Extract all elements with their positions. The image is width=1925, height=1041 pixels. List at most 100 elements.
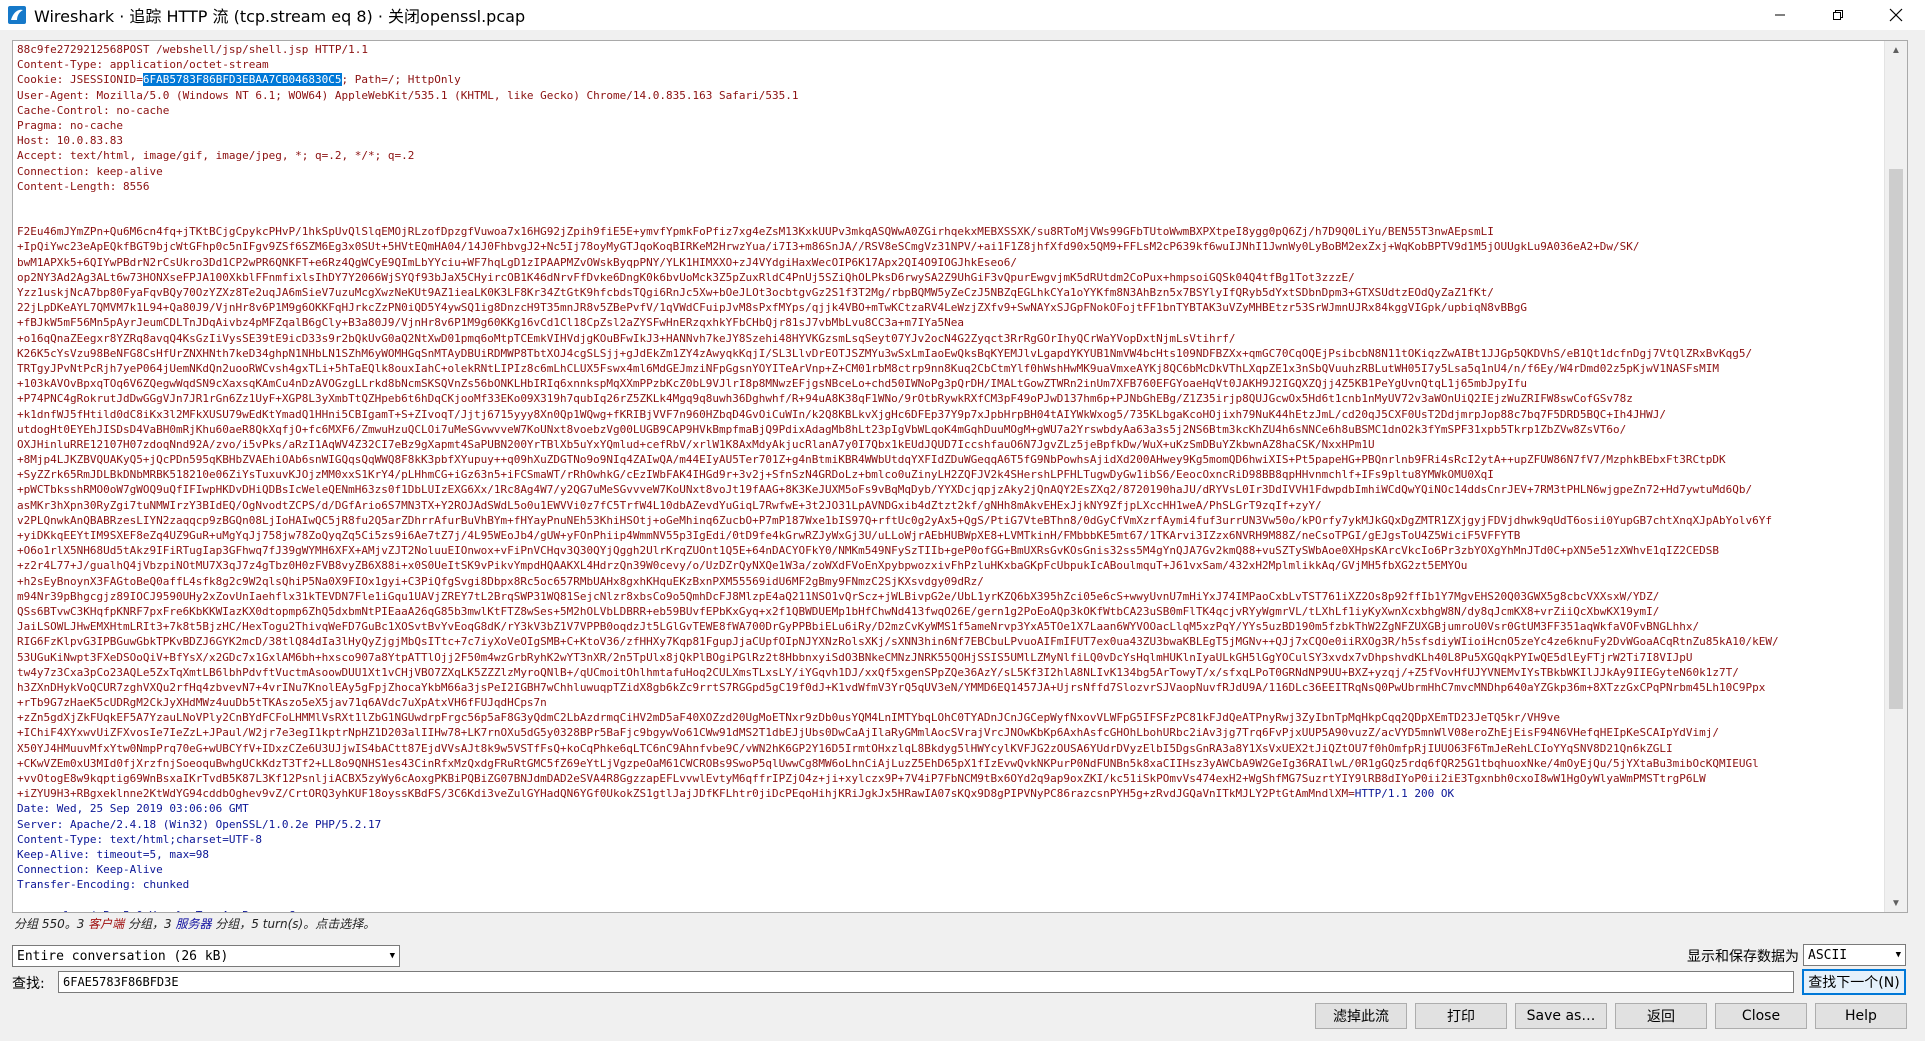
- stream-line: 88c9fe2729212568POST /webshell/jsp/shell…: [17, 43, 368, 56]
- stream-line: +z2r4L77+J/gualhQ4jVbzpiNOtMU7X3qJ7z4gTb…: [17, 559, 1468, 573]
- filter-out-button[interactable]: 滤掉此流: [1315, 1003, 1407, 1029]
- stream-line: +pWCTbksshRMO0oW7gWOQ9uQfIFIwpHKDvDHiQDB…: [17, 483, 1753, 497]
- stream-line: +IpQiYwc23eApEQkfBGT9bjcWtGFhp0c5nIFgv9Z…: [17, 240, 1640, 254]
- stream-line: JaiLSOWLJHwEMXHtmLRIt3+7k8t5BjzHC/HexTog…: [17, 620, 1700, 634]
- stream-line: +fBJkW5mF56Mn5pAyrJeumCDLTnJDqAivbz4pMFZ…: [17, 316, 965, 330]
- wireshark-fin-icon: [8, 6, 26, 24]
- stream-line: +rTb9G7zHaeK5cUDRgM2CkJyXHdMWz4uuDb5tTKA…: [17, 696, 547, 710]
- stream-line: +yiDKkqEEYtIM9SXEF8eZq4UZ9GuR+uMgYqJj758…: [17, 529, 1521, 542]
- stream-line: asMKr3hXpn30RyZgi7tuNMWIrzY3BIdEQ/OgNvod…: [17, 498, 1322, 512]
- chevron-down-icon: ▼: [1895, 950, 1901, 960]
- stream-line: ......+l.v.(.B..5.0.Y...}>+T..gA.uB.....…: [17, 908, 1883, 912]
- minimize-icon: [1775, 14, 1785, 16]
- stream-line: [17, 194, 1883, 209]
- close-icon: [1889, 8, 1903, 22]
- stream-line: +103kAVOvBpxqTOq6V6ZQegwWqdSN9cXaxsqKAmC…: [17, 377, 1527, 391]
- stream-line: 53UGuKiNwpt3FXeDSOoQiV+BfYsX/x2GDc7x1Gxl…: [17, 650, 1693, 664]
- stream-content-pane[interactable]: 88c9fe2729212568POST /webshell/jsp/shell…: [12, 40, 1908, 913]
- stream-line: Server: Apache/2.4.18 (Win32) OpenSSL/1.…: [17, 817, 382, 831]
- conversation-select-value: Entire conversation (26 kB): [17, 948, 229, 964]
- stream-line: Transfer-Encoding: chunked: [17, 878, 190, 892]
- status-mid: 分组，3: [124, 917, 176, 931]
- stream-line: Keep-Alive: timeout=5, max=98: [17, 847, 210, 861]
- stream-line: RIG6FzKlpvG3IPBGuwGbkTPKvBDZJ6GYK2mcD/38…: [17, 635, 1779, 649]
- stream-line: Cache-Control: no-cache: [17, 103, 170, 117]
- stream-line: +CKwVZEm0xU3MId0fjXrzfnjSoeoquBwhgUCkKdz…: [17, 756, 1759, 770]
- save-as-button[interactable]: Save as…: [1515, 1003, 1607, 1029]
- stream-line: +O6o1rlX5NH68Ud5tAkz9IFiRTugIap3GFhwq7fJ…: [17, 544, 1719, 558]
- stream-line: +o16qQnaZEegxr8YZRq8avqQ4KsGzIiVysSE39tE…: [17, 331, 1236, 345]
- stream-line: +k1dnfWJ5fHtild0dC8iKx3l2MFkXUSU79wEdKtY…: [17, 407, 1667, 421]
- stream-line: Pragma: no-cache: [17, 118, 123, 132]
- status-suffix: 分组，5 turn(s)。点击选择。: [211, 917, 376, 931]
- stream-line-text: Cookie: JSESSIONID=: [17, 73, 143, 87]
- stream-line: +P74PNC4gRokrutJdDwGGgVJn7JR1rGn6Zz1UyF+…: [17, 392, 1633, 406]
- window-controls: [1751, 0, 1925, 30]
- stream-line: Content-Length: 8556: [17, 179, 150, 193]
- stream-text[interactable]: 88c9fe2729212568POST /webshell/jsp/shell…: [17, 42, 1883, 912]
- close-window-button[interactable]: [1867, 0, 1925, 30]
- status-prefix: 分组 550。3: [14, 917, 89, 931]
- stream-line: Yzz1uskjNcA7bp80FyaFqvBQy70OzYZXz8Te2uqJ…: [17, 286, 1494, 299]
- stream-line: +vvOtogE8w9kqptig69WnBsxaIKrTvdB5K87L3Kf…: [17, 772, 1706, 785]
- encoding-select-value: ASCII: [1808, 947, 1848, 963]
- stream-line: +h2sEyBnoynX3FAGtoBeQ0affL4sfk8g2c9W2qls…: [17, 574, 984, 588]
- stream-status: 分组 550。3 客户端 分组，3 服务器 分组，5 turn(s)。点击选择。: [14, 915, 375, 932]
- stream-line: Connection: keep-alive: [17, 164, 163, 178]
- server-link[interactable]: 服务器: [175, 917, 211, 931]
- stream-line-text: ; Path=/; HttpOnly: [341, 73, 461, 87]
- scroll-down-icon[interactable]: ▼: [1885, 894, 1907, 912]
- save-as-label: 显示和保存数据为: [1687, 949, 1799, 965]
- search-highlight: 6FAB5783F86BFD3EBAA7CB046830C5: [142, 73, 342, 87]
- stream-line: X50YJ4HMuuvMfxYtw0NmpPrq70eG+wUBCYfV+IDx…: [17, 741, 1673, 755]
- stream-line: Content-Type: text/html;charset=UTF-8: [17, 832, 263, 846]
- stream-line: h3ZXnDHykVoQCUR7zghVXQu2rfHq4zbvevN7+4vr…: [17, 680, 1766, 694]
- stream-line-text: HTTP/1.1 200 OK: [1354, 787, 1455, 801]
- find-input[interactable]: 6FAE5783F86BFD3E: [58, 971, 1794, 993]
- stream-line: User-Agent: Mozilla/5.0 (Windows NT 6.1;…: [17, 88, 799, 102]
- conversation-select[interactable]: Entire conversation (26 kB) ▼: [12, 945, 400, 967]
- scrollbar-thumb[interactable]: [1889, 169, 1903, 709]
- stream-line: K26K5cYsVzu98BeNFG8CsHfUrZNXHNth7keD34gh…: [17, 346, 1753, 360]
- close-button[interactable]: Close: [1715, 1003, 1807, 1029]
- window-title: Wireshark · 追踪 HTTP 流 (tcp.stream eq 8) …: [34, 7, 526, 26]
- stream-line: op2NY3Ad2Ag3ALt6w73HONXseFPJA100XkblFFnm…: [17, 270, 1355, 284]
- scroll-up-icon[interactable]: ▲: [1885, 41, 1907, 59]
- find-label: 查找:: [12, 976, 45, 992]
- stream-line: [17, 209, 1883, 224]
- stream-line: v2PLQnwkAnQBABRzesLIYN2zaqqcp9zBGQn08LjI…: [17, 513, 1772, 527]
- stream-line: +8Mjp4LJKZBVQUAKyQ5+jQcPDn595qKBHbZVAEhi…: [17, 453, 1726, 467]
- stream-line: m94Nr39pBhgcgjz89IOCJ9590UHy2xZovUnIaehf…: [17, 589, 1660, 603]
- find-input-value: 6FAE5783F86BFD3E: [63, 975, 179, 989]
- stream-line-text: +iZYU9H3+RBgxeklnne2KtWdYG94cddbOghev9vZ…: [17, 787, 1355, 801]
- help-button[interactable]: Help: [1815, 1003, 1907, 1029]
- stream-line: Cookie: JSESSIONID=6FAB5783F86BFD3EBAA7C…: [17, 72, 1883, 87]
- stream-line: F2Eu46mJYmZPn+Qu6M6cn4fq+jTKtBCjgCpykcPH…: [17, 225, 1494, 239]
- stream-line: [17, 893, 1883, 908]
- stream-line: TRTgyJPvNtPcRjh7yeP064jUemNKdQn2uooRWCvs…: [17, 361, 1719, 375]
- vertical-scrollbar[interactable]: ▲ ▼: [1884, 41, 1907, 912]
- stream-line: +SyZZrk65RmJDLBkDNbMRBK518210e06ZiYsTuxu…: [17, 468, 1494, 482]
- minimize-button[interactable]: [1751, 0, 1809, 30]
- encoding-select[interactable]: ASCII ▼: [1803, 944, 1906, 966]
- restore-icon: [1833, 10, 1843, 20]
- restore-button[interactable]: [1809, 0, 1867, 30]
- stream-line: bwM1APXk5+6QIYwPBdrN2rCsUkro3Dd1CP2wPR6Q…: [17, 255, 1018, 269]
- stream-line: OXJHinluRRE12107H07zdoqNnd92A/zvo/i5vPks…: [17, 437, 1375, 451]
- stream-line: tw4y7z3Cxa3pCo23AQLe5ZxTqXmtLB6lbhPdvftV…: [17, 665, 1739, 679]
- stream-line: 22jLpDKeAYL7QMVM7k1L94+Qa80J9/VjnHr8v6P1…: [17, 301, 1527, 315]
- back-button[interactable]: 返回: [1615, 1003, 1707, 1029]
- stream-line: +zZn5gdXjZkFUqkEF5A7YzauLNoVPly2CnBYdFCF…: [17, 711, 1561, 725]
- stream-line: Accept: text/html, image/gif, image/jpeg…: [17, 149, 415, 163]
- stream-line: Connection: Keep-Alive: [17, 863, 163, 877]
- find-next-button[interactable]: 查找下一个(N): [1802, 969, 1906, 995]
- stream-line: Date: Wed, 25 Sep 2019 03:06:06 GMT: [17, 802, 249, 816]
- stream-line: Host: 10.0.83.83: [17, 134, 123, 148]
- stream-line: Content-Type: application/octet-stream: [17, 58, 269, 72]
- client-link[interactable]: 客户端: [88, 917, 124, 931]
- stream-line: utdogHt0EYEhJISDsD4VaBH0mRjKhu60aeR8QkXq…: [17, 422, 1627, 436]
- print-button[interactable]: 打印: [1415, 1003, 1507, 1029]
- stream-line: +iZYU9H3+RBgxeklnne2KtWdYG94cddbOghev9vZ…: [17, 786, 1883, 801]
- chevron-down-icon: ▼: [389, 951, 395, 961]
- title-bar: Wireshark · 追踪 HTTP 流 (tcp.stream eq 8) …: [0, 0, 1925, 30]
